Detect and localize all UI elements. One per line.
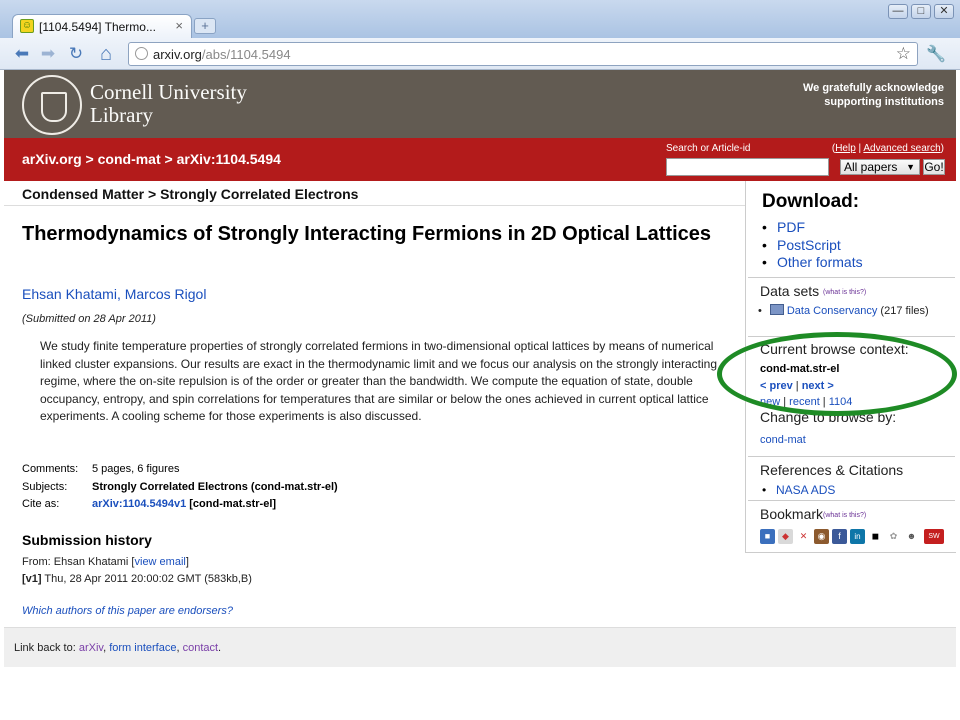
connotea-icon[interactable]: ✕ [796, 529, 811, 544]
submission-history: From: Ehsan Khatami [view email] [v1] Th… [22, 556, 252, 585]
next-link[interactable]: next > [802, 380, 834, 392]
search-scope-select[interactable]: All papers ▼ [840, 159, 920, 175]
right-sidebar: Download: PDF PostScript Other formats D… [745, 181, 956, 553]
nasa-ads-item: NASA ADS [762, 483, 835, 497]
dataset-icon [769, 304, 784, 315]
footer-arxiv-link[interactable]: arXiv [79, 642, 103, 654]
delicious-icon[interactable]: ◼ [868, 529, 883, 544]
bookmark-heading: Bookmark(what is this?) [760, 506, 867, 522]
search-label: Search or Article-id [666, 143, 751, 154]
url-text: arxiv.org/abs/1104.5494 [153, 47, 291, 62]
forward-icon[interactable]: ➡ [38, 44, 58, 64]
linkedin-icon[interactable]: in [850, 529, 865, 544]
browse-context: cond-mat.str-el < prev | next > new | re… [760, 363, 853, 408]
author-link[interactable]: Marcos Rigol [125, 286, 207, 302]
bibsonomy-icon[interactable]: ■ [760, 529, 775, 544]
minimize-button[interactable]: — [888, 4, 908, 19]
download-list: PDF PostScript Other formats [762, 219, 863, 272]
category-heading: Condensed Matter > Strongly Correlated E… [4, 181, 745, 206]
month-link[interactable]: 1104 [829, 396, 853, 408]
dataset-item: • Data Conservancy (217 files) [758, 304, 929, 317]
author-link[interactable]: Ehsan Khatami [22, 286, 117, 302]
breadcrumb: arXiv.org > cond-mat > arXiv:1104.5494 [22, 151, 281, 167]
cite-link[interactable]: arXiv:1104.5494v1 [92, 498, 186, 510]
facebook-icon[interactable]: f [832, 529, 847, 544]
acknowledgement-link[interactable]: We gratefully acknowledge supporting ins… [803, 81, 944, 109]
browser-tab[interactable]: ☺ [1104.5494] Thermo... × [12, 14, 192, 38]
digg-icon[interactable]: ✿ [886, 529, 901, 544]
breadcrumb-arxiv[interactable]: arXiv.org [22, 151, 82, 167]
search-go-button[interactable]: Go! [923, 159, 945, 175]
datasets-heading: Data sets (what is this?) [760, 283, 867, 299]
cornell-seal-logo[interactable] [22, 75, 82, 135]
cond-mat-link[interactable]: cond-mat [760, 434, 806, 446]
pdf-link[interactable]: PDF [777, 219, 805, 235]
refs-box: References & Citations NASA ADS [748, 456, 955, 502]
whatis-link[interactable]: (what is this?) [823, 512, 866, 519]
chevron-down-icon: ▼ [906, 162, 915, 172]
new-tab-button[interactable]: + [194, 18, 216, 34]
new-link[interactable]: new [760, 396, 780, 408]
tab-title: [1104.5494] Thermo... [39, 20, 156, 34]
page-icon [135, 47, 148, 60]
maximize-button[interactable]: □ [911, 4, 931, 19]
footer-form-link[interactable]: form interface [109, 642, 176, 654]
cornell-header: Cornell University Library We gratefully… [4, 70, 956, 138]
refs-heading: References & Citations [760, 462, 904, 478]
bookmark-box: Bookmark(what is this?) ■ ◆ ✕ ◉ f in ◼ ✿… [748, 500, 955, 552]
page: Cornell University Library We gratefully… [4, 70, 957, 720]
abstract: We study finite temperature properties o… [40, 339, 717, 423]
view-email-link[interactable]: view email [135, 556, 186, 568]
endorsers-link[interactable]: Which authors of this paper are endorser… [22, 605, 233, 617]
change-browse-heading: Change to browse by: [760, 409, 897, 425]
citeulike-icon[interactable]: ◆ [778, 529, 793, 544]
close-window-button[interactable]: ✕ [934, 4, 954, 19]
datasets-box: Data sets (what is this?) • Data Conserva… [748, 277, 955, 337]
back-icon[interactable]: ⬅ [12, 44, 32, 64]
paper-title: Thermodynamics of Strongly Interacting F… [22, 223, 712, 245]
whatis-link[interactable]: (what is this?) [823, 289, 866, 296]
arxiv-nav-bar: arXiv.org > cond-mat > arXiv:1104.5494 S… [4, 138, 956, 181]
mendeley-icon[interactable]: ◉ [814, 529, 829, 544]
nasa-ads-link[interactable]: NASA ADS [776, 483, 835, 497]
cornell-library-name[interactable]: Cornell University Library [90, 81, 247, 127]
help-link[interactable]: Help [835, 143, 856, 154]
footer-contact-link[interactable]: contact [183, 642, 218, 654]
footer: Link back to: arXiv, form interface, con… [4, 627, 956, 667]
submission-date: (Submitted on 28 Apr 2011) [22, 313, 156, 325]
wrench-icon[interactable]: 🔧 [926, 44, 946, 64]
home-icon[interactable]: ⌂ [96, 44, 116, 64]
arxiv-favicon-icon: ☺ [20, 19, 34, 33]
help-links: (Help | Advanced search) [831, 143, 944, 154]
breadcrumb-current: arXiv:1104.5494 [176, 151, 281, 167]
prev-link[interactable]: < prev [760, 380, 793, 392]
other-formats-link[interactable]: Other formats [777, 254, 863, 270]
tab-close-icon[interactable]: × [175, 18, 183, 33]
download-heading: Download: [762, 191, 860, 212]
sciencewise-icon[interactable]: SW [924, 529, 944, 544]
postscript-link[interactable]: PostScript [777, 237, 841, 253]
breadcrumb-cond-mat[interactable]: cond-mat [98, 151, 161, 167]
browser-tabstrip: ☺ [1104.5494] Thermo... × + — □ ✕ [0, 0, 960, 38]
endorsers-link-wrap: Which authors of this paper are endorser… [22, 605, 233, 617]
authors: Ehsan Khatami, Marcos Rigol [22, 286, 207, 302]
advanced-search-link[interactable]: Advanced search [863, 143, 940, 154]
recent-link[interactable]: recent [789, 396, 820, 408]
data-conservancy-link[interactable]: Data Conservancy [787, 305, 878, 317]
reload-icon[interactable]: ↻ [66, 44, 86, 64]
browse-heading: Current browse context: [760, 341, 909, 357]
reddit-icon[interactable]: ☻ [904, 529, 919, 544]
address-bar[interactable]: arxiv.org/abs/1104.5494 ☆ [128, 42, 918, 66]
bookmark-star-icon[interactable]: ☆ [896, 44, 911, 64]
browser-toolbar: ⬅ ➡ ↻ ⌂ arxiv.org/abs/1104.5494 ☆ 🔧 [0, 38, 960, 70]
submission-history-heading: Submission history [22, 532, 152, 548]
search-input[interactable] [666, 158, 829, 176]
